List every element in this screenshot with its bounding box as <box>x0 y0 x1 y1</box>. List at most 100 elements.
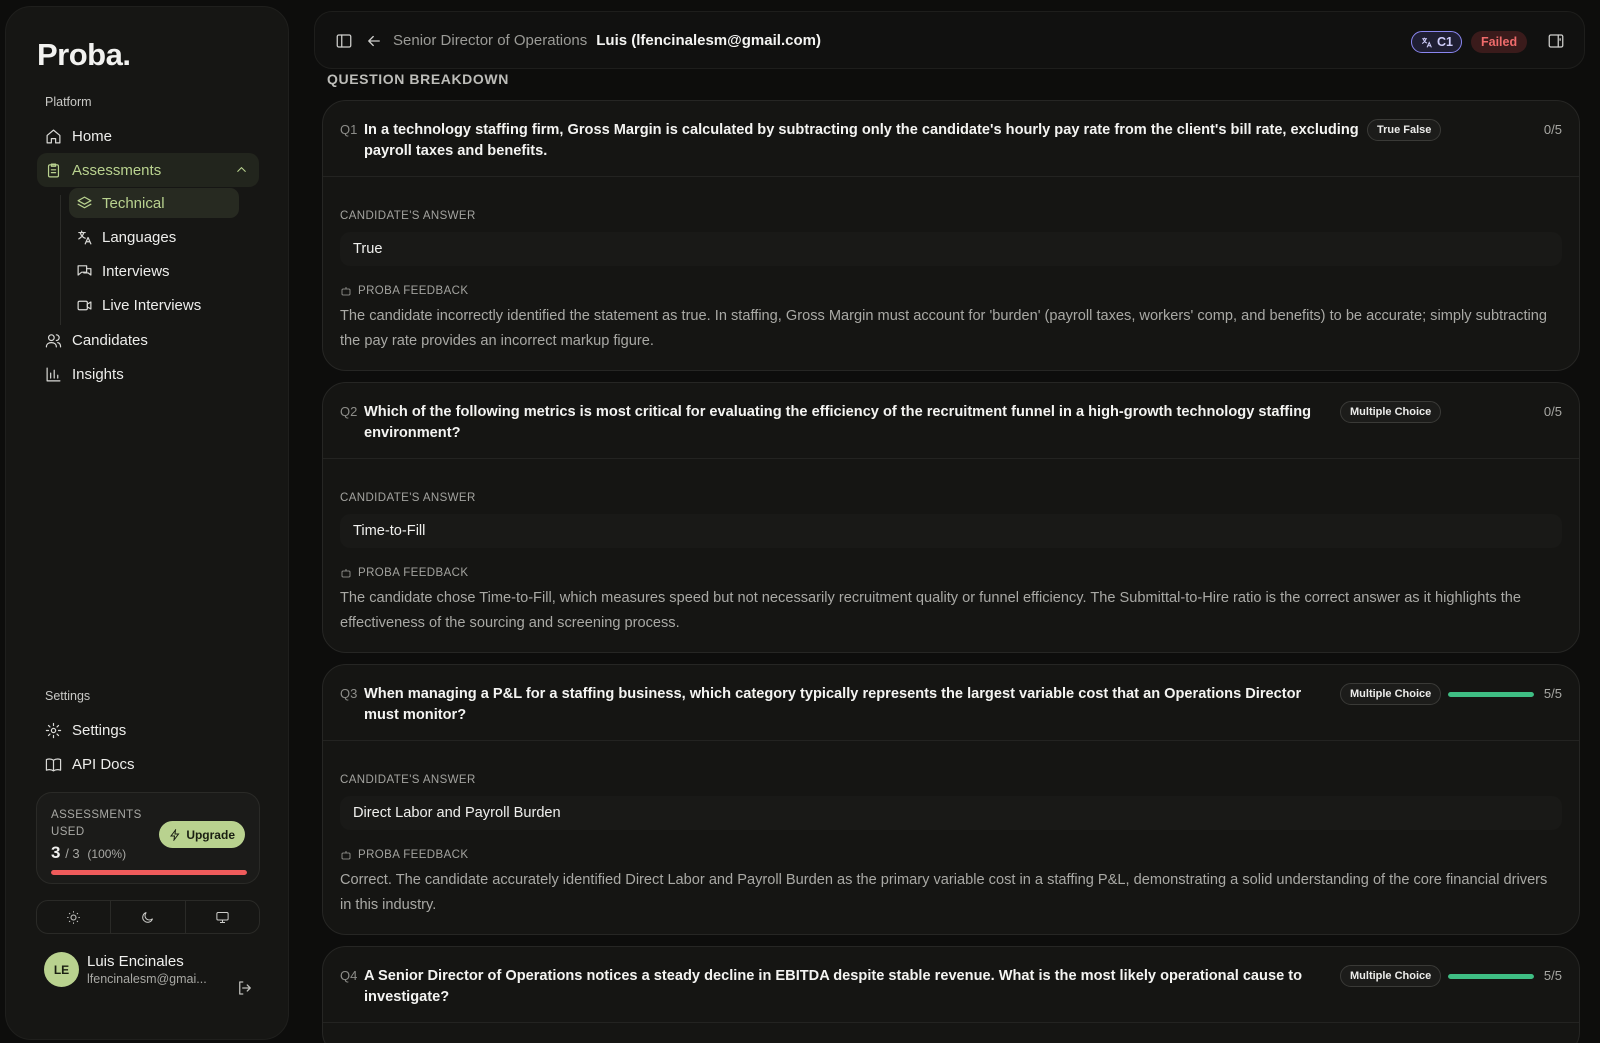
app-root: Proba. Platform Home Assessments Technic… <box>0 0 1600 1043</box>
language-level: C1 <box>1437 35 1453 49</box>
question-type-badge: Multiple Choice <box>1340 401 1442 423</box>
candidate-answer: Time-to-Fill <box>340 514 1562 548</box>
usage-count: 3 / 3 (100%) <box>51 843 126 863</box>
chevron-up-icon[interactable] <box>234 162 249 177</box>
logo: Proba. <box>37 37 131 72</box>
section-title: QUESTION BREAKDOWN <box>327 71 509 87</box>
question-header[interactable]: Q3 When managing a P&L for a staffing bu… <box>323 665 1579 741</box>
home-icon <box>46 129 61 143</box>
nav-home-label: Home <box>72 127 113 145</box>
toggle-sidebar-button[interactable] <box>335 32 353 50</box>
robot-icon <box>341 287 351 296</box>
avatar: LE <box>44 952 79 987</box>
bar-chart-icon <box>46 367 61 381</box>
gear-icon <box>45 722 62 738</box>
light-theme-button[interactable] <box>37 901 112 933</box>
upgrade-label: Upgrade <box>186 827 235 842</box>
user-name: Luis Encinales <box>87 953 184 970</box>
question-card: Q3 When managing a P&L for a staffing bu… <box>322 664 1580 935</box>
clipboard-icon <box>47 163 60 177</box>
nav-api-docs-label: API Docs <box>72 755 135 773</box>
translate-icon <box>78 230 92 244</box>
score-progress-bar <box>1448 692 1534 697</box>
nav-api-docs[interactable]: API Docs <box>37 747 135 781</box>
nav-candidates[interactable]: Candidates <box>37 323 148 357</box>
platform-group-label: Platform <box>45 95 92 109</box>
nav-settings[interactable]: Settings <box>37 713 126 747</box>
nav-languages-label: Languages <box>102 228 177 246</box>
feedback-label-text: PROBA FEEDBACK <box>358 849 469 861</box>
question-score: 0/5 <box>1543 404 1562 419</box>
usage-label: ASSESSMENTS USED <box>51 809 142 838</box>
nav-interviews[interactable]: Interviews <box>69 256 170 286</box>
upgrade-button[interactable]: Upgrade <box>159 821 245 848</box>
question-score: 0/5 <box>1543 122 1562 137</box>
question-number: Q1 <box>340 122 358 137</box>
video-camera-icon <box>77 300 92 310</box>
nav-insights-label: Insights <box>72 365 124 383</box>
user-profile[interactable]: LE Luis Encinales lfencinalesm@gmai... <box>44 952 207 987</box>
question-header[interactable]: Q4 A Senior Director of Operations notic… <box>323 947 1579 1023</box>
monitor-icon <box>216 911 229 923</box>
system-theme-button[interactable] <box>186 901 259 933</box>
dark-theme-button[interactable] <box>111 901 186 933</box>
theme-toggle <box>36 900 260 934</box>
question-text: Which of the following metrics is most c… <box>364 404 1312 441</box>
usage-card: ASSESSMENTS USED 3 / 3 (100%) Upgrade <box>36 792 260 884</box>
lightning-icon <box>170 828 180 841</box>
back-button[interactable] <box>365 32 383 50</box>
logout-button[interactable] <box>236 979 254 997</box>
nav-technical-label: Technical <box>102 194 165 212</box>
question-number: Q3 <box>340 686 358 701</box>
nav-languages[interactable]: Languages <box>69 222 176 252</box>
question-score: 5/5 <box>1543 686 1562 701</box>
nav-candidates-label: Candidates <box>72 331 148 349</box>
arrow-left-icon <box>368 35 380 47</box>
breadcrumb-current: Luis (lfencinalesm@gmail.com) <box>596 32 821 49</box>
question-header[interactable]: Q2 Which of the following metrics is mos… <box>323 383 1579 459</box>
usage-progress-fill <box>51 870 247 875</box>
question-card: Q4 A Senior Director of Operations notic… <box>322 946 1580 1043</box>
layers-icon <box>77 196 92 208</box>
question-card: Q1 In a technology staffing firm, Gross … <box>322 100 1580 371</box>
candidate-answer: True <box>340 232 1562 266</box>
question-type-badge: Multiple Choice <box>1340 683 1442 705</box>
question-card: Q2 Which of the following metrics is mos… <box>322 382 1580 653</box>
question-header[interactable]: Q1 In a technology staffing firm, Gross … <box>323 101 1579 177</box>
candidate-answer-label: CANDIDATE'S ANSWER <box>340 774 476 786</box>
users-icon <box>45 333 62 347</box>
usage-progress-bar <box>51 870 247 875</box>
usage-percent: (100%) <box>87 847 127 861</box>
nav-home[interactable]: Home <box>37 119 112 153</box>
feedback-label: PROBA FEEDBACK <box>340 285 468 297</box>
breadcrumb: Senior Director of Operations Luis (lfen… <box>393 32 821 49</box>
nav-live-interviews[interactable]: Live Interviews <box>69 290 201 320</box>
settings-group-label: Settings <box>45 689 91 703</box>
score-progress-bar <box>1448 974 1534 979</box>
feedback-label-text: PROBA FEEDBACK <box>358 285 469 297</box>
user-email: lfencinalesm@gmai... <box>87 972 207 986</box>
nav-insights[interactable]: Insights <box>37 357 124 391</box>
top-header: Senior Director of Operations Luis (lfen… <box>314 11 1585 69</box>
feedback-label: PROBA FEEDBACK <box>340 567 468 579</box>
nav-assessments-label: Assessments <box>72 161 162 179</box>
question-type-badge: Multiple Choice <box>1340 965 1442 987</box>
sidebar-panel-icon <box>336 34 352 48</box>
nav-settings-label: Settings <box>72 721 127 739</box>
toggle-right-panel-button[interactable] <box>1547 32 1565 50</box>
nav-assessments[interactable]: Assessments <box>37 153 259 187</box>
language-level-badge: C1 <box>1411 31 1462 53</box>
question-text: A Senior Director of Operations notices … <box>364 968 1303 1005</box>
candidate-answer-label: CANDIDATE'S ANSWER <box>340 492 476 504</box>
question-type-badge: True False <box>1367 119 1442 141</box>
question-text: When managing a P&L for a staffing busin… <box>364 686 1302 723</box>
candidate-answer-label: CANDIDATE'S ANSWER <box>340 210 476 222</box>
score-progress-fill <box>1448 974 1534 979</box>
breadcrumb-parent[interactable]: Senior Director of Operations <box>393 32 587 49</box>
candidate-answer: Direct Labor and Payroll Burden <box>340 796 1562 830</box>
chat-bubbles-icon <box>77 264 92 276</box>
sun-icon <box>67 910 80 924</box>
feedback-text: The candidate incorrectly identified the… <box>340 308 1547 349</box>
submenu-guide-line <box>60 195 61 325</box>
nav-technical[interactable]: Technical <box>69 188 239 218</box>
